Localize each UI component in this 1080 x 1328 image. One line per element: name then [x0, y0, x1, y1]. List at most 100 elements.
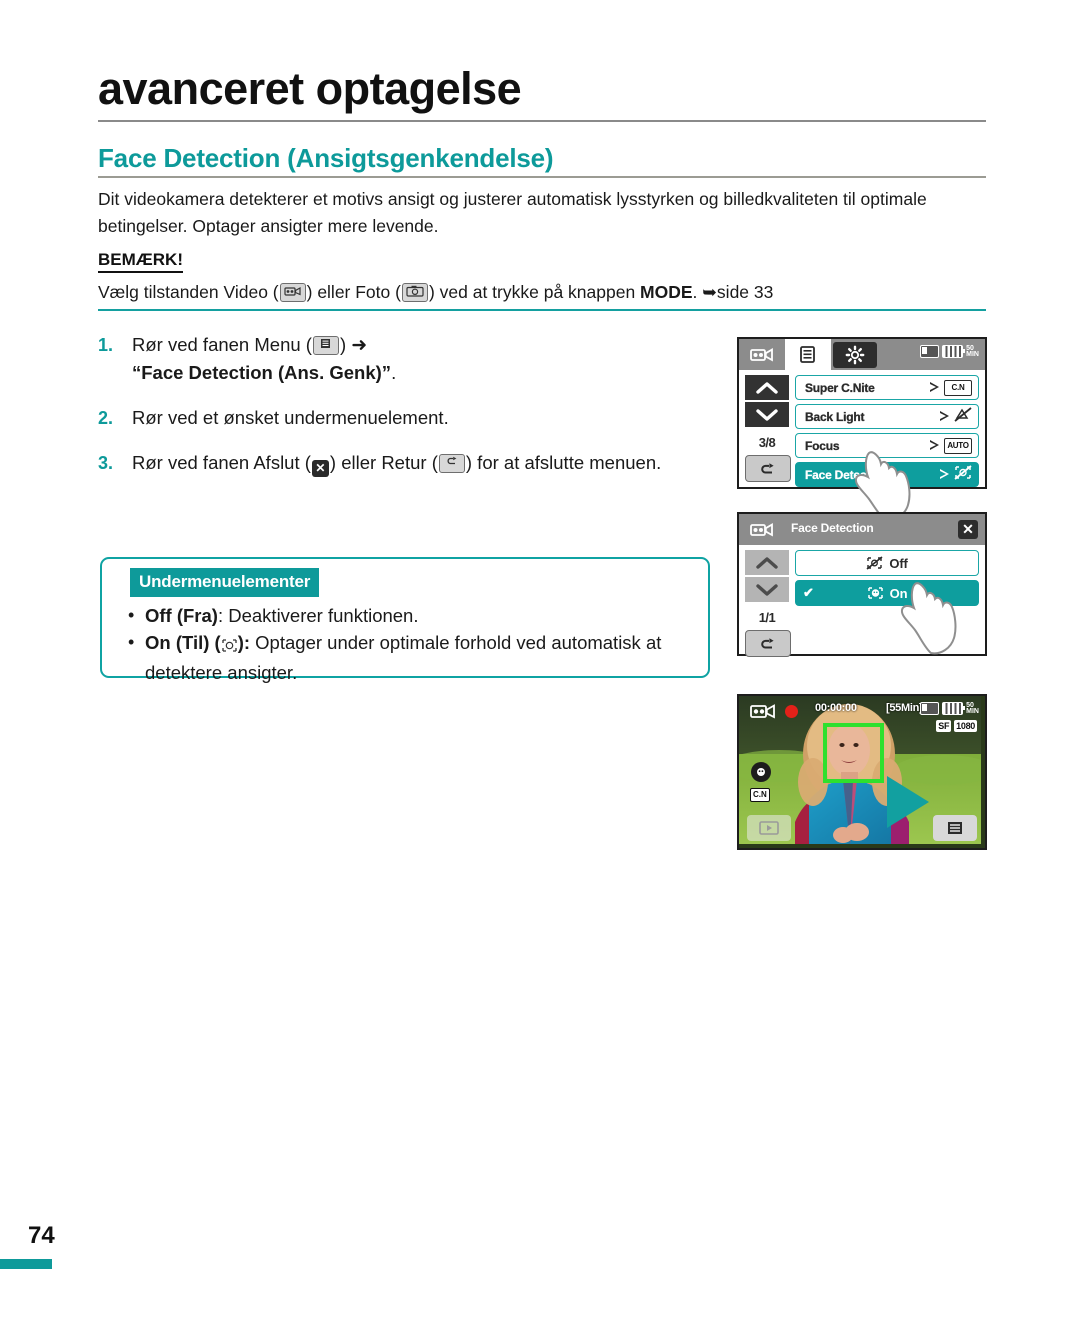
manual-page: avanceret optagelse Face Detection (Ansi…	[0, 0, 1080, 1328]
menu-row-value: C.N	[930, 379, 972, 396]
submenu-page-indicator: 1/1	[758, 610, 776, 625]
arrow-right-icon: ➜	[351, 335, 368, 356]
return-back-icon	[438, 454, 465, 473]
menu-row-focus[interactable]: Focus AUTO	[795, 433, 979, 458]
step-1-bold: “Face Detection (Ans. Genk)”	[132, 362, 392, 383]
battery-minutes-unit: MIN	[966, 350, 979, 358]
face-detection-status-icon	[751, 762, 771, 782]
tab-menu-pages[interactable]	[785, 339, 831, 370]
page-number: 74	[28, 1222, 55, 1249]
step-1-number: 1.	[98, 335, 114, 355]
option-label-off: Off	[889, 555, 908, 571]
section-title: Face Detection (Ansigtsgenkendelse)	[98, 143, 554, 173]
step-1-trailing: .	[391, 362, 397, 383]
playback-button[interactable]	[747, 815, 791, 841]
menu-row-value: AUTO	[930, 437, 972, 454]
face-detection-off-icon	[954, 464, 972, 485]
memory-card-icon	[920, 702, 940, 715]
battery-minutes: 50 MIN	[966, 345, 979, 358]
submenu-item-on: • On (Til) (): Optager under optimale fo…	[128, 629, 698, 686]
note-label: BEMÆRK!	[98, 250, 183, 273]
tab-video-mode[interactable]	[739, 514, 785, 545]
step-1-body: Rør ved fanen Menu () ➜ “Face Detection …	[132, 331, 396, 387]
video-mode-icon	[749, 702, 777, 725]
play-triangle-icon	[930, 440, 939, 451]
submenu-item-off-label: Off (Fra)	[145, 605, 218, 626]
section-divider	[98, 176, 986, 178]
note-post-text: ) ved at trykke på knappen	[428, 282, 641, 302]
note-page-ref: . ➥side 33	[692, 282, 774, 302]
preview-status-icons: 50 MIN	[920, 702, 979, 715]
menu-status-icons: 50 MIN	[920, 345, 979, 358]
menu-row-label: Focus	[805, 438, 840, 453]
face-detection-icon	[222, 632, 237, 659]
tab-video-mode[interactable]	[739, 339, 785, 370]
note-pre-text: Vælg tilstanden Video (	[98, 282, 279, 302]
menu-row-face-detection[interactable]: Face Detection	[795, 462, 979, 487]
submenu-item-on-text: On (Til) (): Optager under optimale forh…	[145, 629, 698, 686]
menu-row-super-cnite[interactable]: Super C.Nite C.N	[795, 375, 979, 400]
steps-list: 1. Rør ved fanen Menu () ➜ “Face Detecti…	[98, 331, 718, 494]
battery-minutes-unit: MIN	[966, 707, 979, 715]
submenu-back-button[interactable]	[745, 630, 791, 657]
camera-preview-screen: 00:00:00 [55Min] 50 MIN SF 1080 C.N	[737, 694, 987, 850]
close-button[interactable]: ✕	[958, 520, 978, 539]
face-detection-on-icon	[867, 586, 884, 600]
battery-icon	[942, 702, 966, 715]
quality-badge: SF	[936, 720, 952, 732]
menu-button[interactable]	[933, 815, 977, 841]
checkmark-icon: ✔	[803, 585, 814, 600]
scroll-up-button[interactable]	[745, 375, 789, 400]
pointer-arrow-icon	[887, 776, 929, 828]
step-3-pre: Rør ved fanen Afslut (	[132, 452, 311, 473]
note-mid-text: ) eller Foto (	[306, 282, 401, 302]
menu-page-indicator: 3/8	[758, 435, 776, 450]
cnite-badge: C.N	[750, 788, 770, 802]
step-3-number: 3.	[98, 453, 114, 473]
intro-paragraph: Dit videokamera detekterer et motivs ans…	[98, 189, 927, 236]
timecode-display: 00:00:00	[815, 702, 857, 714]
menu-row-label: Back Light	[805, 409, 865, 424]
face-detection-off-icon	[866, 556, 883, 570]
exit-close-icon: ✕	[311, 460, 329, 477]
tab-settings-gear[interactable]	[833, 341, 877, 368]
chapter-title: avanceret optagelse	[98, 63, 522, 114]
submenu-item-off-text: Off (Fra): Deaktiverer funktionen.	[145, 602, 698, 629]
step-1-post: )	[339, 334, 352, 355]
mode-keyword: MODE	[640, 282, 693, 302]
step-3-body: Rør ved fanen Afslut (✕) eller Retur ( ) …	[132, 449, 661, 477]
battery-icon	[942, 345, 966, 358]
menu-row-value	[940, 406, 972, 427]
record-indicator-icon	[785, 705, 798, 718]
option-row-on[interactable]: ✔ On	[795, 580, 979, 606]
value-badge: AUTO	[944, 437, 972, 454]
value-badge: C.N	[944, 379, 972, 396]
face-detection-submenu-screen: Face Detection ✕ 1/1 Off ✔ On	[737, 512, 987, 657]
step-3: 3. Rør ved fanen Afslut (✕) eller Retur …	[98, 449, 718, 477]
option-row-off[interactable]: Off	[795, 550, 979, 576]
submenu-item-on-label: On (Til) (	[145, 632, 221, 653]
menu-row-label: Super C.Nite	[805, 380, 875, 395]
submenu-item-on-label-tail: ):	[237, 632, 251, 653]
resolution-badge: 1080	[954, 720, 977, 732]
camcorder-icon	[279, 283, 306, 302]
photo-camera-icon	[401, 283, 428, 302]
note-divider	[98, 309, 986, 311]
scroll-down-button[interactable]	[745, 577, 789, 602]
step-2-number: 2.	[98, 408, 114, 428]
menu-row-back-light[interactable]: Back Light	[795, 404, 979, 429]
play-triangle-icon	[930, 382, 939, 393]
bullet-icon: •	[128, 632, 135, 652]
note-text: Vælg tilstanden Video ( ) eller Foto ( ) v…	[98, 279, 988, 305]
submenu-items: • Off (Fra): Deaktiverer funktionen. • O…	[128, 602, 698, 686]
step-3-post: ) for at afslutte menuen.	[465, 452, 662, 473]
scroll-down-button[interactable]	[745, 402, 789, 427]
menu-topbar: 50 MIN	[739, 339, 985, 370]
menu-nav-column: 3/8	[745, 375, 791, 482]
camera-menu-screen: 50 MIN 3/8 Super C.Nite C.N Back Light F…	[737, 337, 987, 521]
submenu-item-off: • Off (Fra): Deaktiverer funktionen.	[128, 602, 698, 629]
scroll-up-button[interactable]	[745, 550, 789, 575]
menu-back-button[interactable]	[745, 455, 791, 482]
step-3-mid: ) eller Retur (	[329, 452, 438, 473]
submenu-item-off-desc: : Deaktiverer funktionen.	[217, 605, 419, 626]
